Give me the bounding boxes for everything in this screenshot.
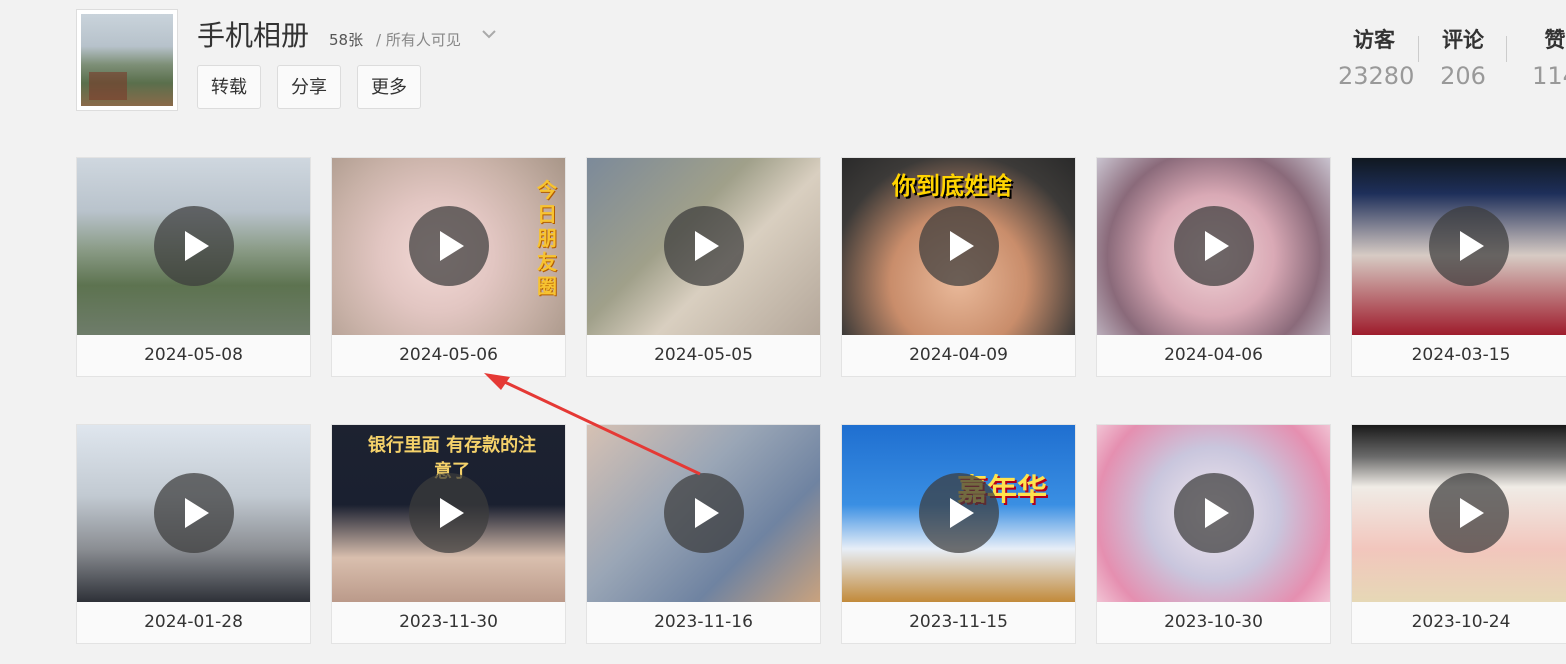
video-card[interactable]: 2024-01-28 <box>76 424 311 644</box>
stat-likes[interactable]: 赞 114 <box>1530 24 1566 90</box>
share-button[interactable]: 分享 <box>277 65 341 109</box>
video-date: 2024-05-06 <box>332 335 565 376</box>
video-date: 2024-04-09 <box>842 335 1075 376</box>
play-icon[interactable] <box>919 206 999 286</box>
play-icon[interactable] <box>1429 473 1509 553</box>
album-cover-image <box>81 14 173 106</box>
play-icon[interactable] <box>409 473 489 553</box>
more-button[interactable]: 更多 <box>357 65 421 109</box>
album-cover[interactable] <box>76 9 178 111</box>
video-date: 2023-11-15 <box>842 602 1075 643</box>
video-date: 2023-11-16 <box>587 602 820 643</box>
video-date: 2023-10-30 <box>1097 602 1330 643</box>
video-date: 2023-11-30 <box>332 602 565 643</box>
stat-visitors: 访客 23280 <box>1338 24 1415 90</box>
play-icon[interactable] <box>664 473 744 553</box>
video-date: 2024-05-05 <box>587 335 820 376</box>
video-card[interactable]: 2024-05-08 <box>76 157 311 377</box>
video-card[interactable]: 2024-05-05 <box>586 157 821 377</box>
play-icon[interactable] <box>1174 206 1254 286</box>
video-card[interactable]: 银行里面 有存款的注意了 2023-11-30 <box>331 424 566 644</box>
thumbnail-caption: 你到底姓啥 <box>892 172 1012 200</box>
divider <box>1506 36 1507 62</box>
play-icon[interactable] <box>919 473 999 553</box>
video-card[interactable]: 你到底姓啥 2024-04-09 <box>841 157 1076 377</box>
stat-value: 23280 <box>1338 62 1415 90</box>
stat-value: 114 <box>1532 62 1566 90</box>
video-card[interactable]: 2023-11-16 <box>586 424 821 644</box>
photo-count: 58张 <box>329 31 364 49</box>
stat-value: 206 <box>1440 62 1486 90</box>
video-date: 2024-01-28 <box>77 602 310 643</box>
video-card[interactable]: 嘉年华 2023-11-15 <box>841 424 1076 644</box>
play-icon[interactable] <box>154 473 234 553</box>
video-card[interactable]: 2024-04-06 <box>1096 157 1331 377</box>
stat-label: 访客 <box>1353 28 1395 52</box>
play-icon[interactable] <box>664 206 744 286</box>
stat-comments[interactable]: 评论 206 <box>1436 24 1490 90</box>
video-card[interactable]: 2023-10-30 <box>1096 424 1331 644</box>
video-date: 2024-03-15 <box>1352 335 1566 376</box>
divider <box>1418 36 1419 62</box>
video-date: 2023-10-24 <box>1352 602 1566 643</box>
video-card[interactable]: 2023-10-24 <box>1351 424 1566 644</box>
video-date: 2024-05-08 <box>77 335 310 376</box>
chevron-down-icon[interactable] <box>480 25 498 43</box>
repost-button[interactable]: 转载 <box>197 65 261 109</box>
album-title: 手机相册 <box>197 19 310 52</box>
stat-label: 赞 <box>1544 28 1566 52</box>
play-icon[interactable] <box>1174 473 1254 553</box>
play-icon[interactable] <box>1429 206 1509 286</box>
play-icon[interactable] <box>409 206 489 286</box>
play-icon[interactable] <box>154 206 234 286</box>
video-card[interactable]: 今日朋友圈 2024-05-06 <box>331 157 566 377</box>
video-date: 2024-04-06 <box>1097 335 1330 376</box>
video-card[interactable]: 2024-03-15 <box>1351 157 1566 377</box>
stat-label: 评论 <box>1442 28 1484 52</box>
visibility-selector[interactable]: / 所有人可见 <box>376 29 461 50</box>
thumbnail-caption: 今日朋友圈 <box>537 178 557 298</box>
